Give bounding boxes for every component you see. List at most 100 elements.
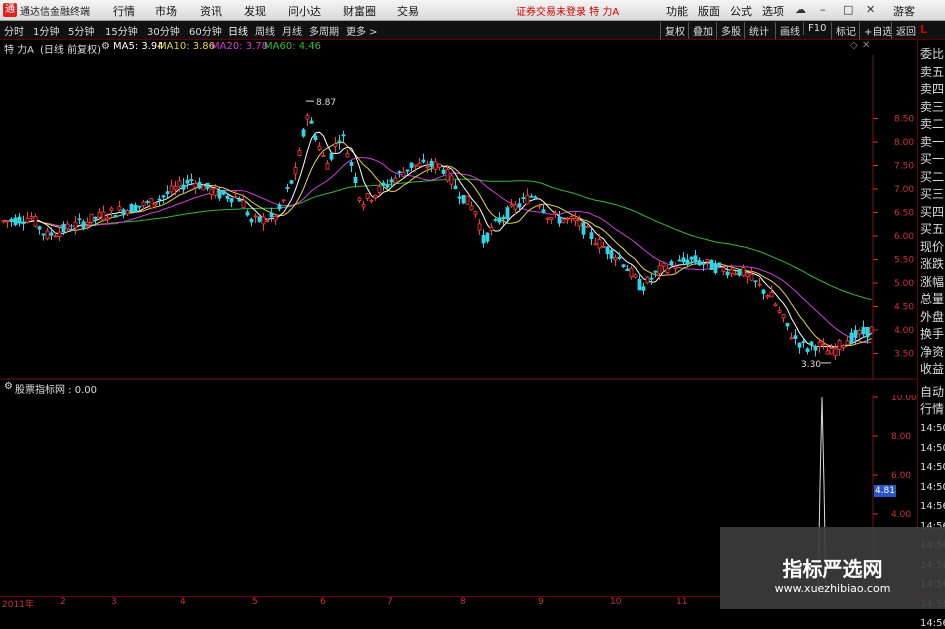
quote-label: 买四	[920, 204, 945, 219]
login-status: 证券交易未登录 特 力A	[516, 7, 620, 18]
price-tick-label: 4.50	[894, 303, 914, 313]
candle-body	[781, 314, 786, 319]
settings-icon[interactable]: ⚙	[101, 41, 110, 52]
candle-body	[837, 340, 842, 351]
watermark-title: 指标严选网	[782, 557, 883, 581]
period-30min[interactable]: 30分钟	[147, 23, 180, 38]
lower-settings-icon[interactable]: ⚙	[4, 381, 13, 392]
candle-body	[569, 216, 574, 219]
candle-body	[421, 159, 426, 163]
multi-stock-button[interactable]: 多股	[716, 22, 745, 39]
candle-body	[313, 135, 318, 141]
guest-label[interactable]: 游客	[893, 3, 915, 19]
menu-quotes[interactable]: 行情	[113, 3, 135, 19]
candle-body	[373, 194, 378, 199]
diamond-icon[interactable]: ◇	[850, 40, 858, 51]
period-day[interactable]: 日线	[228, 23, 248, 38]
draw-button[interactable]: 画线	[775, 22, 804, 39]
kline-chart[interactable]: 8.50 8.00 7.50 7.00 6.50 6.00 5.50 5.00 4.50 4.00…	[0, 55, 916, 380]
candle-body	[77, 218, 82, 221]
candle-body	[145, 201, 150, 203]
adjust-button[interactable]: 复权	[660, 22, 689, 39]
candle-body	[297, 150, 302, 156]
menu-ask[interactable]: 问小达	[288, 3, 321, 19]
candle-body	[841, 345, 846, 348]
candle-body	[645, 276, 650, 284]
menu-wealth[interactable]: 财富圈	[343, 3, 376, 19]
period-week[interactable]: 周线	[255, 23, 275, 38]
price-tick-label: 7.50	[894, 162, 914, 172]
candle-body	[513, 204, 518, 210]
menu-market[interactable]: 市场	[155, 3, 177, 19]
period-month[interactable]: 月线	[282, 23, 302, 38]
cloud-icon[interactable]: ☁	[795, 3, 806, 16]
ma20-value: MA20: 3.78	[211, 41, 269, 52]
candle-body	[221, 189, 226, 195]
candle-body	[557, 216, 562, 224]
panel-toggle-icon[interactable]: L	[920, 23, 927, 36]
panel-close-icon[interactable]: ✕	[862, 40, 870, 51]
period-15min[interactable]: 15分钟	[105, 23, 138, 38]
candle-body	[413, 164, 418, 167]
menu-trade[interactable]: 交易	[397, 3, 419, 19]
candle-body	[29, 216, 34, 219]
tick-panel-label[interactable]: 自动	[920, 384, 944, 400]
x-tick: 6	[320, 597, 326, 607]
candle-body	[49, 232, 54, 236]
back-button[interactable]: 返回	[891, 22, 920, 39]
quote-label: 收益	[920, 362, 945, 376]
period-tick[interactable]: 分时	[4, 23, 24, 38]
x-tick: 9	[538, 597, 544, 607]
period-60min[interactable]: 60分钟	[189, 23, 222, 38]
period-5min[interactable]: 5分钟	[68, 23, 94, 38]
candle-body	[141, 201, 146, 206]
candle-body	[517, 203, 522, 208]
ma10-value: MA10: 3.86	[158, 41, 216, 52]
low-price-label: 3.30	[801, 360, 821, 370]
candle-body	[69, 228, 74, 231]
overlay-button[interactable]: 叠加	[688, 22, 717, 39]
candle-body	[829, 348, 834, 355]
candle-body	[25, 218, 30, 223]
tick-panel-label[interactable]: 行情	[920, 401, 944, 417]
candle-body	[309, 120, 314, 124]
close-icon[interactable]: ✕	[866, 3, 875, 16]
mark-button[interactable]: 标记	[831, 22, 860, 39]
stats-button[interactable]: 统计	[744, 22, 773, 39]
minimize-icon[interactable]: –	[820, 3, 826, 16]
candle-body	[505, 207, 510, 220]
candle-body	[757, 283, 762, 286]
candle-body	[105, 217, 110, 220]
maximize-icon[interactable]: □	[843, 3, 853, 16]
menu-news[interactable]: 资讯	[200, 3, 222, 19]
candle-body	[697, 260, 702, 266]
candle-body	[37, 226, 42, 230]
menu-formula[interactable]: 公式	[730, 3, 752, 19]
candle-body	[385, 184, 390, 188]
x-tick: 5	[252, 597, 258, 607]
period-more[interactable]: 更多 >	[346, 23, 378, 38]
period-multi[interactable]: 多周期	[309, 23, 339, 38]
period-1min[interactable]: 1分钟	[33, 23, 59, 38]
menu-function[interactable]: 功能	[666, 3, 688, 19]
candle-body	[573, 218, 578, 222]
quote-side-panel: L 委比 卖五 卖四 卖三 卖二 卖一 买一 买二 买三 买四 买五 现价 涨跌 涨幅 总量 外盘 换手 净资 收益…	[917, 23, 945, 629]
candle-body	[537, 205, 542, 207]
candle-body	[357, 197, 362, 201]
candle-body	[465, 195, 470, 205]
f10-button[interactable]: F10	[803, 22, 830, 35]
menu-layout[interactable]: 版面	[698, 3, 720, 19]
candle-body	[701, 262, 706, 265]
menu-options[interactable]: 选项	[762, 3, 784, 19]
candle-body	[713, 263, 718, 274]
candle-body	[417, 162, 422, 167]
candle-body	[865, 326, 870, 338]
menu-discover[interactable]: 发现	[244, 3, 266, 19]
candle-body	[845, 340, 850, 346]
candle-body	[149, 198, 154, 209]
candle-body	[305, 115, 310, 120]
price-tick-label: 8.50	[894, 115, 914, 125]
candle-body	[681, 257, 686, 263]
candle-body	[225, 195, 230, 200]
candle-body	[745, 273, 750, 278]
